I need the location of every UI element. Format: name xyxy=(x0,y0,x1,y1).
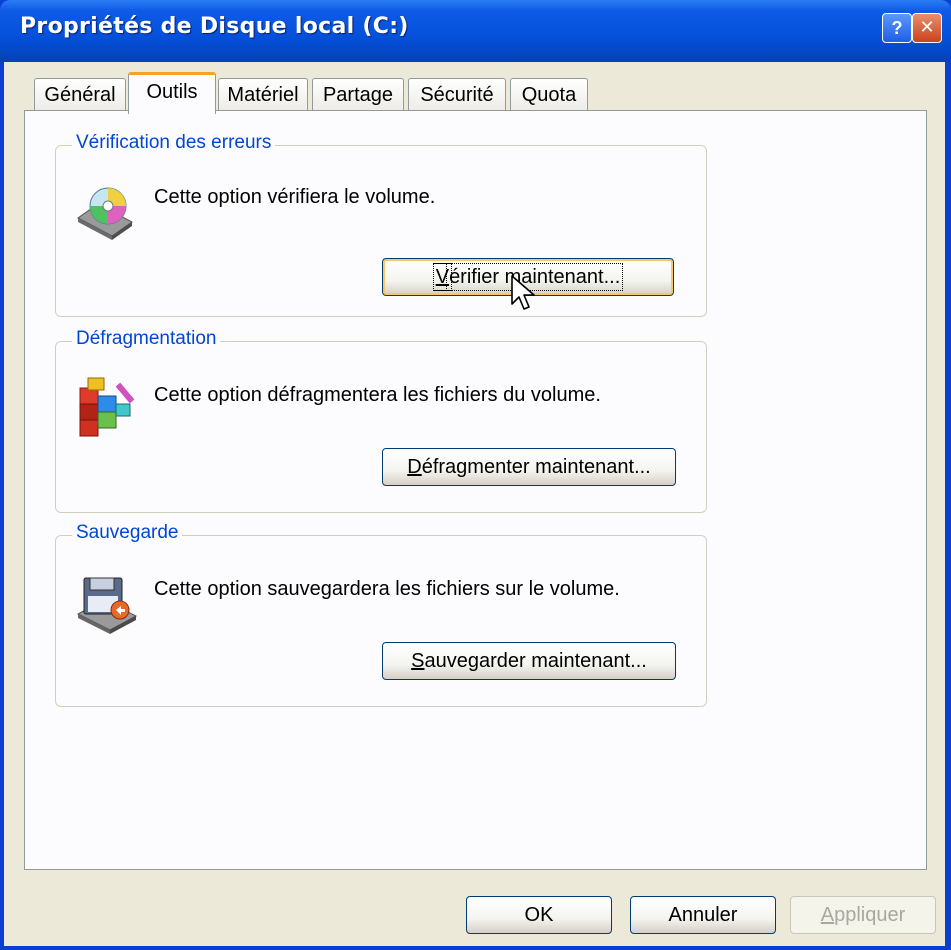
defrag-now-accesskey: D xyxy=(407,456,422,478)
backup-label: Sauvegarde xyxy=(72,522,183,544)
tab-quota[interactable]: Quota xyxy=(510,78,588,112)
help-button[interactable]: ? xyxy=(882,13,912,43)
cancel-button[interactable]: Annuler xyxy=(630,896,776,934)
defrag-label: Défragmentation xyxy=(72,328,221,350)
backup-group: Sauvegarde Cette option sauvegardera les… xyxy=(55,522,707,707)
error-check-description: Cette option vérifiera le volume. xyxy=(154,186,436,208)
defrag-description: Cette option défragmentera les fichiers … xyxy=(154,384,601,406)
backup-now-button[interactable]: Sauvegarder maintenant... xyxy=(382,642,676,680)
tab-label: Quota xyxy=(521,84,577,106)
close-icon: ✕ xyxy=(919,17,935,38)
backup-icon xyxy=(74,574,138,641)
tab-partage[interactable]: Partage xyxy=(312,78,404,112)
tab-label: Sécurité xyxy=(420,84,494,106)
cancel-label: Annuler xyxy=(668,904,738,926)
tab-general[interactable]: Général xyxy=(34,78,126,112)
tab-materiel[interactable]: Matériel xyxy=(218,78,308,112)
backup-description: Cette option sauvegardera les fichiers s… xyxy=(154,578,620,600)
backup-now-accesskey: S xyxy=(411,650,425,672)
window-title: Propriétés de Disque local (C:) xyxy=(20,14,409,39)
tab-label: Partage xyxy=(322,84,394,106)
apply-accesskey: A xyxy=(820,904,835,926)
tab-label: Outils xyxy=(146,81,198,103)
properties-window: Propriétés de Disque local (C:) ? ✕ Géné… xyxy=(0,0,951,950)
defrag-now-label: éfragmenter maintenant... xyxy=(421,456,651,478)
error-check-label: Vérification des erreurs xyxy=(72,132,276,154)
defrag-group: Défragmentation Cette option défragmente… xyxy=(55,328,707,513)
ok-button[interactable]: OK xyxy=(466,896,612,934)
help-icon: ? xyxy=(891,18,903,38)
tab-securite[interactable]: Sécurité xyxy=(408,78,506,112)
ok-label: OK xyxy=(524,904,554,926)
apply-button[interactable]: Appliquer xyxy=(790,896,936,934)
tab-label: Matériel xyxy=(227,84,299,106)
defrag-now-button[interactable]: Défragmenter maintenant... xyxy=(382,448,676,486)
disk-check-icon xyxy=(72,184,136,245)
backup-now-label: auvegarder maintenant... xyxy=(424,650,647,672)
title-bar[interactable]: Propriétés de Disque local (C:) ? ✕ xyxy=(0,0,951,62)
tab-label: Général xyxy=(44,84,116,106)
close-button[interactable]: ✕ xyxy=(912,13,942,43)
defrag-icon xyxy=(76,374,138,445)
tab-outils[interactable]: Outils xyxy=(128,72,216,114)
error-check-group: Vérification des erreurs Cette option vé… xyxy=(55,132,707,317)
apply-label: ppliquer xyxy=(834,904,906,926)
mouse-cursor-icon xyxy=(510,274,536,317)
dialog-client-area: Général Outils Matériel Partage Sécurité… xyxy=(4,62,945,946)
tab-panel-outils: Vérification des erreurs Cette option vé… xyxy=(24,110,927,870)
